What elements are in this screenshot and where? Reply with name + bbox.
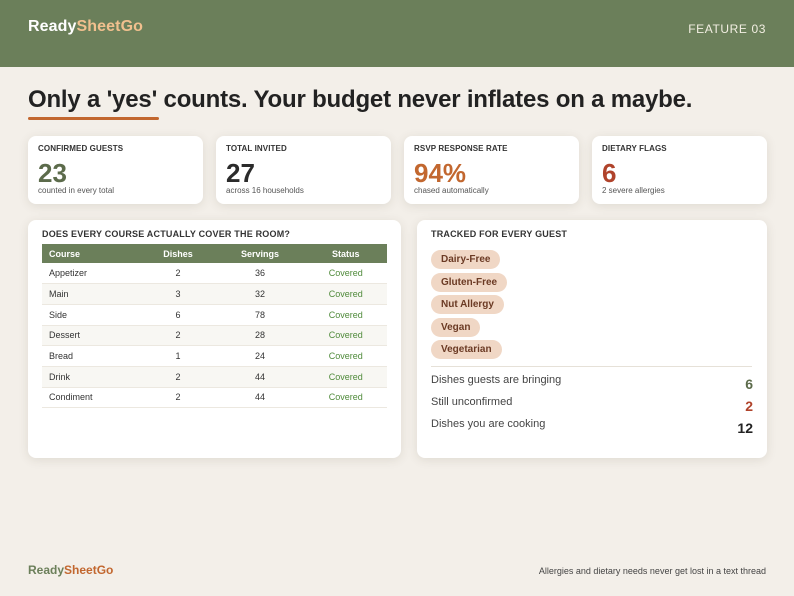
stat-label: RSVP RESPONSE RATE: [414, 144, 508, 153]
stat-subtext: counted in every total: [38, 186, 115, 195]
table-row: Side 6 78 Covered: [42, 304, 387, 326]
panel-title: TRACKED FOR EVERY GUEST: [431, 229, 568, 239]
cell-status: Covered: [304, 345, 387, 367]
divider: [431, 366, 752, 367]
stat-label: TOTAL INVITED: [226, 144, 287, 153]
column-header-course: Course: [49, 248, 81, 259]
dietary-tag[interactable]: Nut Allergy: [431, 295, 504, 314]
table-row: Bread 1 24 Covered: [42, 345, 387, 367]
course-coverage-panel: DOES EVERY COURSE ACTUALLY COVER THE ROO…: [28, 220, 401, 458]
stat-subtext: chased automatically: [414, 186, 489, 195]
cell-dishes: 6: [140, 304, 216, 326]
stat-subtext: 2 severe allergies: [602, 186, 665, 195]
cell-servings: 32: [215, 283, 305, 305]
stat-card-rsvp-rate: RSVP RESPONSE RATE 94% chased automatica…: [404, 136, 579, 204]
cell-servings: 78: [215, 304, 305, 326]
cell-servings: 24: [215, 345, 305, 367]
cell-servings: 28: [215, 325, 305, 347]
table-row: Main 3 32 Covered: [42, 283, 387, 305]
cell-dishes: 2: [140, 263, 216, 285]
stat-value: 6: [602, 158, 617, 188]
footer-brand[interactable]: ReadySheetGo: [28, 563, 113, 577]
page-headline: Only a 'yes' counts. Your budget never i…: [28, 86, 693, 113]
tracked-panel: TRACKED FOR EVERY GUEST Dairy-Free Glute…: [417, 220, 767, 458]
cell-dishes: 1: [140, 345, 216, 367]
metric-label-host-dishes: Dishes you are cooking: [431, 418, 546, 430]
brand-name-part2: SheetGo: [76, 18, 144, 35]
cell-dishes: 2: [140, 387, 216, 409]
dietary-tag[interactable]: Gluten-Free: [431, 272, 508, 292]
table-row: Dessert 2 28 Covered: [42, 325, 387, 347]
stat-value: 94%: [414, 158, 467, 188]
dietary-tag-list: Dairy-Free Gluten-Free Nut Allergy Vegan…: [431, 249, 508, 362]
feature-label: FEATURE 03: [688, 22, 766, 36]
stat-value: 23: [38, 158, 67, 188]
cell-course: Side: [42, 304, 141, 326]
cell-status: Covered: [304, 325, 387, 347]
metric-value-host-dishes: 12: [737, 420, 753, 436]
headline-underline: [28, 117, 159, 120]
cell-course: Main: [42, 283, 141, 305]
table-row: Drink 2 44 Covered: [42, 366, 387, 388]
metric-label-guest-dishes: Dishes guests are bringing: [431, 374, 562, 386]
cell-dishes: 2: [140, 366, 216, 388]
metric-value-guest-dishes: 6: [745, 376, 753, 392]
dietary-tag[interactable]: Vegan: [431, 317, 481, 337]
cell-course: Dessert: [42, 325, 141, 347]
cell-dishes: 2: [140, 325, 216, 347]
stat-subtext: across 16 households: [226, 186, 304, 195]
column-header-servings: Servings: [240, 248, 279, 259]
stat-label: CONFIRMED GUESTS: [38, 144, 124, 153]
column-header-status: Status: [332, 248, 360, 259]
footer-note: Allergies and dietary needs never get lo…: [538, 566, 766, 576]
cell-course: Bread: [42, 345, 141, 367]
cell-dishes: 3: [140, 283, 216, 305]
column-header-dishes: Dishes: [163, 248, 193, 259]
dietary-tag[interactable]: Vegetarian: [431, 340, 502, 359]
stat-value: 27: [226, 158, 255, 188]
cell-status: Covered: [304, 387, 387, 409]
cell-status: Covered: [304, 283, 387, 305]
footer-brand-part1: Ready: [28, 563, 65, 577]
cell-servings: 44: [215, 366, 305, 388]
panel-title: DOES EVERY COURSE ACTUALLY COVER THE ROO…: [42, 229, 291, 239]
cell-status: Covered: [304, 304, 387, 326]
dietary-tag[interactable]: Dairy-Free: [431, 250, 501, 269]
cell-course: Drink: [42, 366, 141, 388]
footer-brand-part2: SheetGo: [64, 563, 114, 577]
metric-label-unconfirmed: Still unconfirmed: [431, 396, 513, 408]
stat-card-confirmed-guests: CONFIRMED GUESTS 23 counted in every tot…: [28, 136, 203, 204]
top-bar: ReadySheetGo FEATURE 03: [0, 0, 794, 67]
brand-logo[interactable]: ReadySheetGo: [28, 18, 143, 36]
cell-servings: 36: [215, 263, 305, 285]
table-row: Appetizer 2 36 Covered: [42, 263, 387, 285]
stat-card-total-invited: TOTAL INVITED 27 across 16 households: [216, 136, 391, 204]
stat-label: DIETARY FLAGS: [602, 144, 667, 153]
metric-value-unconfirmed: 2: [745, 398, 753, 414]
brand-name-part1: Ready: [28, 18, 77, 35]
cell-status: Covered: [304, 263, 387, 285]
course-coverage-table: Course Dishes Servings Status Appetizer …: [42, 244, 387, 409]
cell-course: Appetizer: [42, 263, 141, 285]
cell-servings: 44: [215, 387, 305, 409]
stat-card-dietary-flags: DIETARY FLAGS 6 2 severe allergies: [592, 136, 767, 204]
table-row: Condiment 2 44 Covered: [42, 387, 387, 409]
cell-course: Condiment: [42, 387, 141, 409]
cell-status: Covered: [304, 366, 387, 388]
table-header-row: Course Dishes Servings Status: [42, 244, 387, 263]
